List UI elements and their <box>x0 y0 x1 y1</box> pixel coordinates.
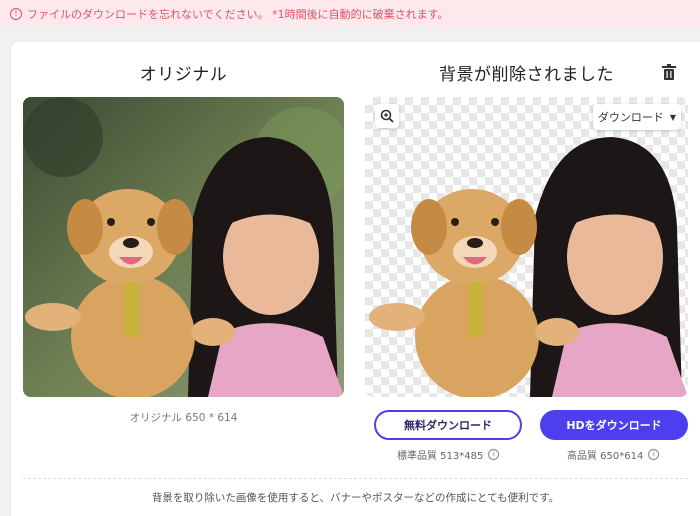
divider <box>23 478 688 479</box>
standard-quality-label: 標準品質 513*485 <box>397 451 484 462</box>
result-image <box>365 97 688 397</box>
caret-down-icon: ▼ <box>669 112 677 122</box>
original-size-label: オリジナル 650 * 614 <box>129 412 238 424</box>
info-circle-icon[interactable]: i <box>648 449 660 460</box>
alert-text: ファイルのダウンロードを忘れないでください。 *1時間後に自動的に破棄されます。 <box>27 7 449 21</box>
high-quality-info: 高品質 650*614 i <box>567 447 660 462</box>
trash-icon[interactable] <box>662 64 676 80</box>
info-circle-icon: ! <box>10 7 22 20</box>
free-download-button[interactable]: 無料ダウンロード <box>374 410 522 440</box>
zoom-button[interactable] <box>375 104 399 128</box>
download-reminder-alert: ! ファイルのダウンロードを忘れないでください。 *1時間後に自動的に破棄されま… <box>0 0 700 27</box>
result-title: 背景が削除されました <box>439 65 614 85</box>
zoom-in-icon <box>380 109 394 123</box>
usage-tip: 背景を取り除いた画像を使用すると、バナーやポスターなどの作成にとても便利です。 <box>151 492 560 504</box>
high-quality-label: 高品質 650*614 <box>567 451 644 462</box>
download-dropdown-label: ダウンロード <box>597 111 664 124</box>
info-circle-icon[interactable]: i <box>488 449 500 460</box>
hd-download-button[interactable]: HDをダウンロード <box>540 410 688 440</box>
original-image <box>23 97 344 397</box>
standard-quality-info: 標準品質 513*485 i <box>397 447 500 462</box>
original-title: オリジナル <box>139 65 228 85</box>
download-format-dropdown[interactable]: ダウンロード ▼ <box>593 104 681 130</box>
